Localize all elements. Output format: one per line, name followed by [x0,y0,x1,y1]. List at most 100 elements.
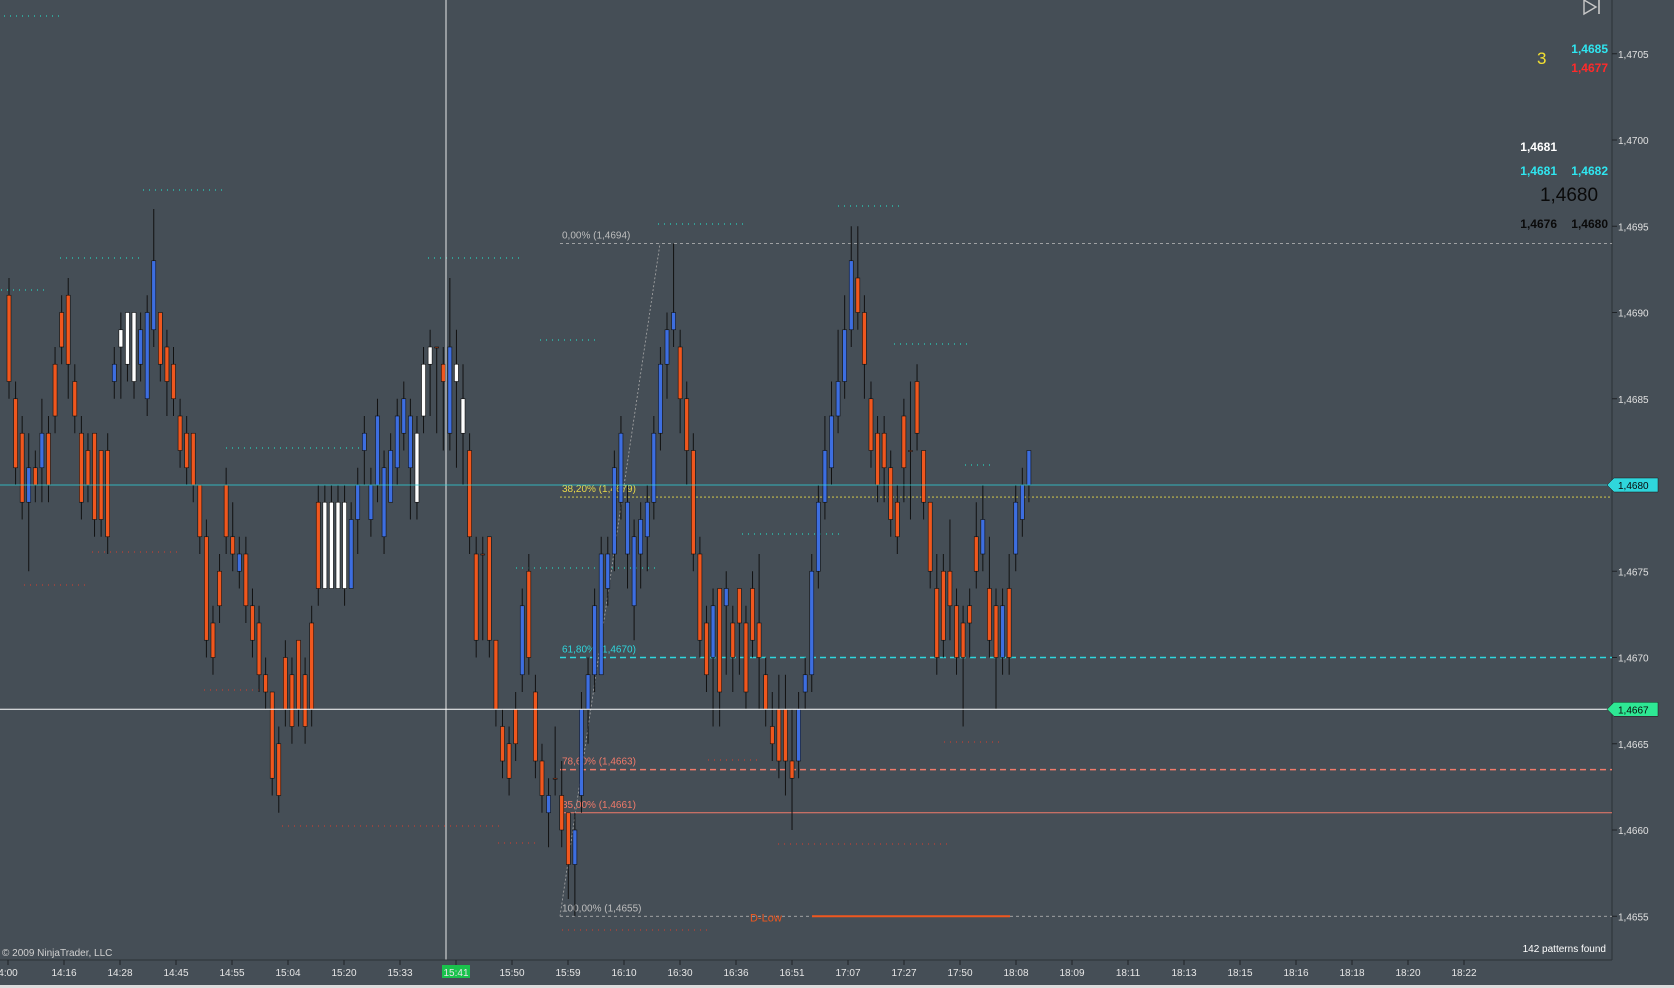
candle-body [237,553,242,572]
candle-body [39,432,45,469]
hud-row2b: 1,4682 [1571,164,1608,178]
candle-body [414,432,420,503]
candle-body [631,536,637,607]
candle-body [289,674,295,727]
candle-body [546,795,551,814]
candle-body [177,415,183,451]
y-tick-label: 1,4670 [1618,654,1649,665]
hud-ask: 1,4685 [1571,42,1608,56]
candle-body [723,588,729,607]
candle-body [730,622,736,658]
candle-body [776,708,782,762]
candle-body [796,708,801,762]
candle-body [579,708,584,796]
candle-body [592,605,597,676]
candle-body [921,450,926,503]
candle-body [315,501,321,589]
candle-body [467,450,472,538]
x-tick-label: 18:18 [1339,968,1364,979]
d-low-label: D-Low [750,912,782,924]
hud-row4b: 1,4680 [1571,217,1608,231]
hud-bid: 1,4677 [1571,61,1608,75]
candle [579,692,584,813]
candle-body [625,501,630,555]
candle [342,485,347,606]
y-tick-label: 1,4690 [1618,309,1649,320]
candle-body [960,622,966,658]
x-tick-label: 14:55 [219,968,244,979]
candle-body [585,674,591,710]
time-axis[interactable]: 4:00 14:16 14:28 14:45 14:55 15:04 15:20 15:33 1… [0,959,1674,985]
candle-body [704,622,709,676]
candle-body [809,570,815,676]
candle [204,519,209,658]
hud-row2a: 1,4681 [1520,164,1557,178]
candle-body [651,432,657,503]
candle-body [92,432,97,520]
candle-body [598,553,604,676]
candle-body [118,329,124,348]
candle-body [710,605,716,658]
candle-body [480,553,486,556]
x-tick-label: 15:20 [331,968,356,979]
patterns-found-label: 142 patterns found [1523,944,1606,955]
candle-body [671,312,676,331]
x-tick-label: 15:59 [555,968,580,979]
candle-body [855,277,861,313]
candle-body [967,605,972,624]
candle-body [612,467,617,555]
candlestick-chart[interactable]: 0,00% (1,4694)38,20% (1,4679)61,80% (1,4… [0,0,1674,988]
candle-body [947,570,953,607]
hud-row4a: 1,4676 [1520,217,1557,231]
candle [487,536,492,658]
candle-body [908,450,913,452]
candle-body [204,536,209,641]
x-tick-label: 17:07 [835,968,860,979]
candle-body [973,536,979,572]
candle-body [283,657,288,710]
candle-body [138,329,143,365]
candle-body [677,346,683,400]
candle-body [263,674,268,693]
x-tick-label: 16:10 [611,968,636,979]
x-tick-label: 15:04 [275,968,300,979]
candle-body [362,432,367,451]
candle-body [941,570,946,641]
candle-body [427,346,433,365]
candle-body [769,726,775,745]
candle-body [526,570,532,658]
x-tick-label: 18:11 [1116,968,1141,979]
candle-body [862,312,867,365]
candle-body [954,605,959,658]
candle-body [691,450,696,555]
candle [105,433,110,554]
x-tick-label: 16:51 [779,968,804,979]
hud-count: 3 [1537,49,1546,68]
candle-body [210,622,216,658]
candle-body [605,553,611,589]
candle-body [1013,501,1019,555]
candle-body [52,363,58,417]
candle-body [302,674,308,727]
candle-body [500,726,505,762]
candle-body [750,588,755,641]
candle-body [223,484,229,538]
candle-body [473,553,479,641]
candle-body [72,381,78,417]
candle-body [388,450,393,503]
y-tick-label: 1,4705 [1618,50,1649,61]
fib-label: 85,00% (1,4661) [562,800,636,811]
x-tick-label: 14:16 [51,968,76,979]
candle-body [329,501,334,589]
x-tick-label: 18:20 [1395,968,1420,979]
y-tick-label: 1,4665 [1618,740,1649,751]
candle-body [980,519,986,555]
candle-body [743,622,749,693]
candle-body [401,398,407,434]
y-tick-label: 1,4660 [1618,826,1649,837]
candle-body [717,588,722,693]
candle-body [565,812,571,865]
x-tick-label: 15:41 [443,968,468,979]
candle-body [243,553,249,607]
candle-body [493,639,499,710]
